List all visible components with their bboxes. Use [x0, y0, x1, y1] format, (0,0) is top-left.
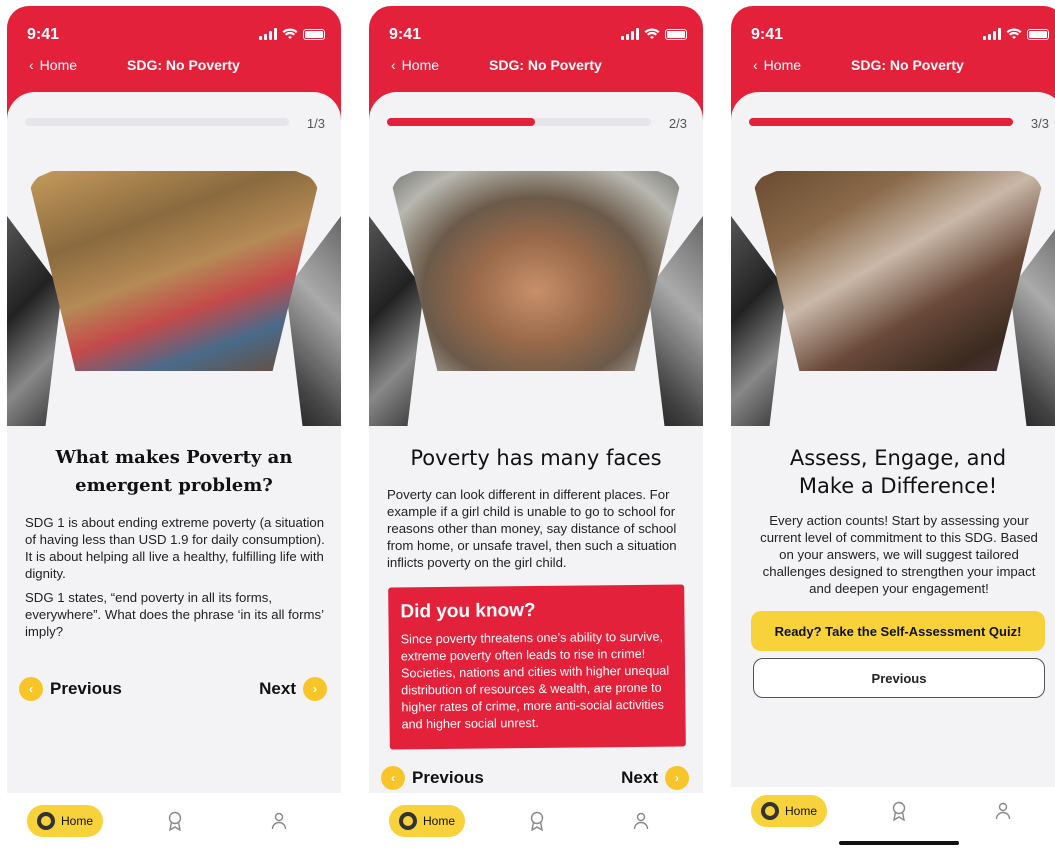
home-icon [36, 812, 55, 830]
chevron-right-icon: › [665, 766, 689, 790]
card-title: What makes Poverty an emergent problem? [7, 444, 341, 500]
next-label: Next [259, 679, 296, 698]
card-title-line2: Make a Difference! [798, 474, 998, 498]
card-title-line2: emergent problem? [75, 475, 273, 496]
body-text: Poverty can look different in different … [387, 486, 687, 578]
award-icon [168, 811, 182, 831]
card-title: Poverty has many faces [410, 446, 662, 470]
paragraph: SDG 1 states, “end poverty in all its fo… [25, 590, 324, 639]
battery-icon [665, 28, 687, 40]
chevron-left-icon: ‹ [391, 57, 396, 73]
self-assessment-quiz-button[interactable]: Ready? Take the Self-Assessment Quiz! [751, 611, 1045, 651]
signal-icon [983, 28, 1001, 40]
tab-profile[interactable] [269, 811, 289, 831]
signal-icon [259, 28, 277, 40]
progress-fill [387, 118, 535, 126]
hero-image [753, 171, 1043, 371]
profile-icon [995, 802, 1011, 820]
home-indicator [839, 841, 959, 845]
chevron-right-icon: › [303, 677, 327, 701]
status-icons [621, 28, 687, 40]
tab-home-label: Home [784, 804, 817, 818]
screen-2: 9:41 ‹ Home SDG: No Poverty 2/3 Poverty … [369, 6, 703, 849]
back-label: Home [763, 57, 802, 73]
tab-profile[interactable] [631, 811, 651, 831]
paragraph: Every action counts! Start by assessing … [760, 513, 1038, 596]
back-label: Home [401, 57, 440, 73]
back-button[interactable]: ‹ Home [753, 57, 801, 73]
page-title: SDG: No Poverty [127, 57, 240, 73]
body-text: SDG 1 is about ending extreme poverty (a… [25, 514, 325, 647]
tab-home[interactable]: Home [27, 805, 103, 837]
tab-bar: Home [731, 787, 1055, 849]
back-label: Home [39, 57, 78, 73]
wifi-icon [282, 28, 298, 39]
progress-label: 2/3 [668, 116, 687, 131]
tab-bar: Home [369, 793, 703, 849]
tab-awards[interactable] [165, 811, 185, 831]
previous-label: Previous [50, 679, 122, 698]
status-time: 9:41 [389, 26, 422, 43]
callout-heading: Did you know? [400, 600, 536, 623]
previous-button[interactable]: Previous [753, 658, 1045, 698]
did-you-know-callout: Did you know? Since poverty threatens on… [388, 584, 686, 750]
chevron-left-icon: ‹ [753, 57, 758, 73]
signal-icon [621, 28, 639, 40]
progress-label: 3/3 [1030, 116, 1049, 131]
tab-profile[interactable] [993, 801, 1013, 821]
home-icon [398, 812, 417, 830]
back-button[interactable]: ‹ Home [391, 57, 439, 73]
previous-button[interactable]: ‹ Previous [381, 766, 484, 790]
tab-home-label: Home [60, 814, 93, 828]
status-time: 9:41 [27, 26, 60, 43]
hero-image [29, 171, 319, 371]
body-text: Every action counts! Start by assessing … [751, 512, 1047, 604]
screen-1: 9:41 ‹ Home SDG: No Poverty 1/3 What mak… [7, 6, 341, 849]
callout-text: Since poverty threatens one’s ability to… [400, 629, 670, 732]
paragraph: SDG 1 is about ending extreme poverty (a… [25, 515, 325, 581]
card-title: Assess, Engage, and Make a Difference! [731, 444, 1055, 500]
status-icons [259, 28, 325, 40]
page-title: SDG: No Poverty [489, 57, 602, 73]
progress-bar [749, 118, 1013, 126]
battery-icon [303, 28, 325, 40]
hero-image [391, 171, 681, 371]
profile-icon [633, 812, 649, 830]
progress-bar [387, 118, 651, 126]
chevron-left-icon: ‹ [381, 766, 405, 790]
tab-home-label: Home [422, 814, 455, 828]
progress-label: 1/3 [306, 116, 325, 131]
tab-awards[interactable] [889, 801, 909, 821]
card-title-line1: What makes Poverty an [55, 447, 293, 468]
award-icon [892, 801, 906, 821]
home-icon [760, 802, 779, 820]
tab-bar: Home [7, 793, 341, 849]
award-icon [530, 811, 544, 831]
progress-fill [749, 118, 1013, 126]
chevron-left-icon: ‹ [29, 57, 34, 73]
previous-button[interactable]: ‹ Previous [19, 677, 122, 701]
screen-3: 9:41 ‹ Home SDG: No Poverty 3/3 Assess, … [731, 6, 1055, 849]
next-button[interactable]: Next › [259, 677, 327, 701]
next-label: Next [621, 768, 658, 787]
paragraph: Poverty can look different in different … [387, 487, 677, 570]
chevron-left-icon: ‹ [19, 677, 43, 701]
status-time: 9:41 [751, 26, 784, 43]
wifi-icon [644, 28, 660, 39]
profile-icon [271, 812, 287, 830]
next-button[interactable]: Next › [621, 766, 689, 790]
progress-bar [25, 118, 289, 126]
page-title: SDG: No Poverty [851, 57, 964, 73]
tab-awards[interactable] [527, 811, 547, 831]
tab-home[interactable]: Home [389, 805, 465, 837]
wifi-icon [1006, 28, 1022, 39]
back-button[interactable]: ‹ Home [29, 57, 77, 73]
battery-icon [1027, 28, 1049, 40]
card-title-line1: Assess, Engage, and [789, 446, 1007, 470]
tab-home[interactable]: Home [751, 795, 827, 827]
status-icons [983, 28, 1049, 40]
previous-label: Previous [412, 768, 484, 787]
